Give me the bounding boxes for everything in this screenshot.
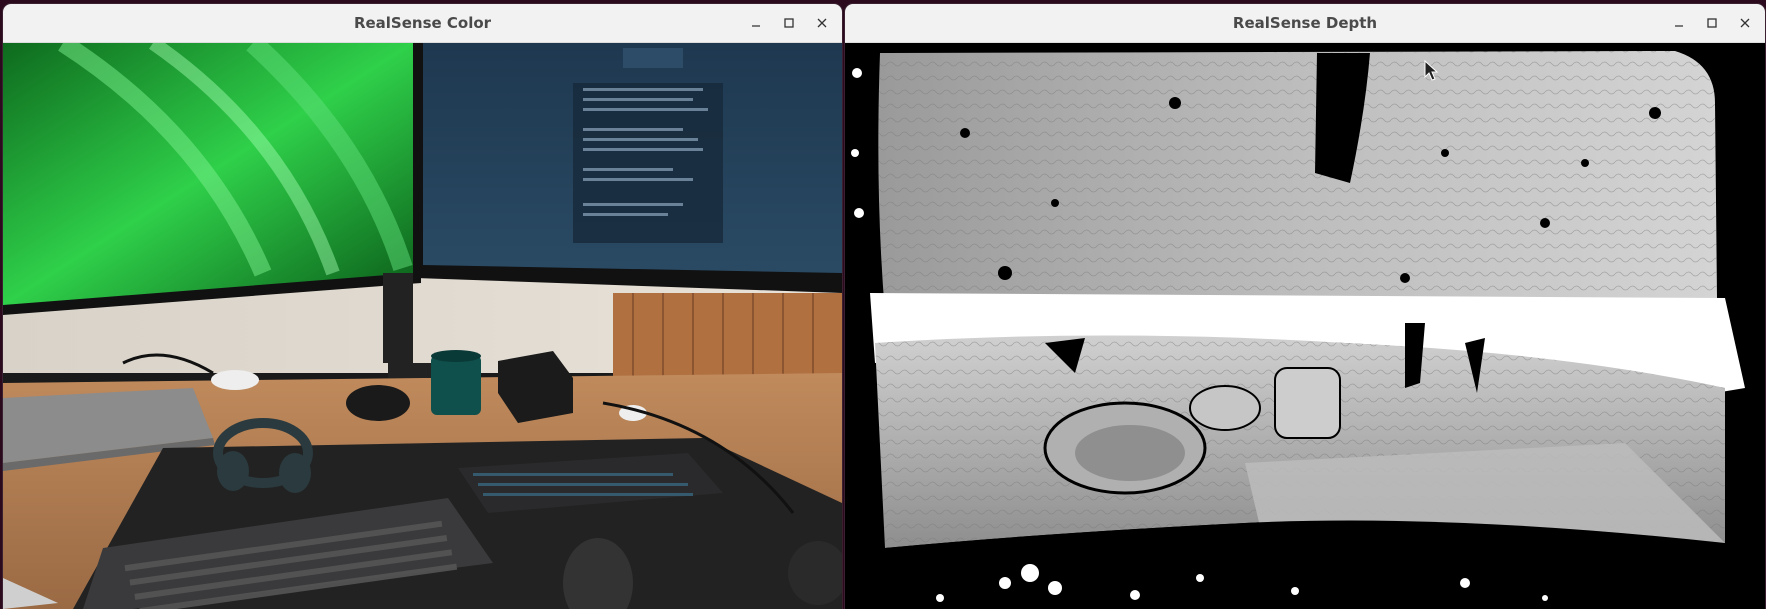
depth-camera-feed bbox=[845, 43, 1765, 609]
minimize-icon bbox=[1675, 25, 1683, 27]
realsense-color-window[interactable]: RealSense Color bbox=[3, 4, 842, 609]
realsense-depth-window[interactable]: RealSense Depth bbox=[845, 4, 1765, 609]
color-window-title: RealSense Color bbox=[353, 14, 492, 32]
depth-window-titlebar[interactable]: RealSense Depth bbox=[845, 4, 1765, 43]
color-camera-feed bbox=[3, 43, 842, 609]
depth-camera-image bbox=[845, 43, 1765, 609]
maximize-icon bbox=[1707, 18, 1717, 28]
color-camera-image bbox=[3, 43, 842, 609]
minimize-button[interactable] bbox=[743, 10, 769, 36]
minimize-button[interactable] bbox=[1666, 10, 1692, 36]
close-icon bbox=[817, 18, 827, 28]
minimize-icon bbox=[752, 25, 760, 27]
color-window-titlebar[interactable]: RealSense Color bbox=[3, 4, 842, 43]
maximize-button[interactable] bbox=[776, 10, 802, 36]
close-button[interactable] bbox=[809, 10, 835, 36]
maximize-icon bbox=[784, 18, 794, 28]
depth-window-title: RealSense Depth bbox=[1232, 14, 1378, 32]
close-icon bbox=[1740, 18, 1750, 28]
close-button[interactable] bbox=[1732, 10, 1758, 36]
maximize-button[interactable] bbox=[1699, 10, 1725, 36]
